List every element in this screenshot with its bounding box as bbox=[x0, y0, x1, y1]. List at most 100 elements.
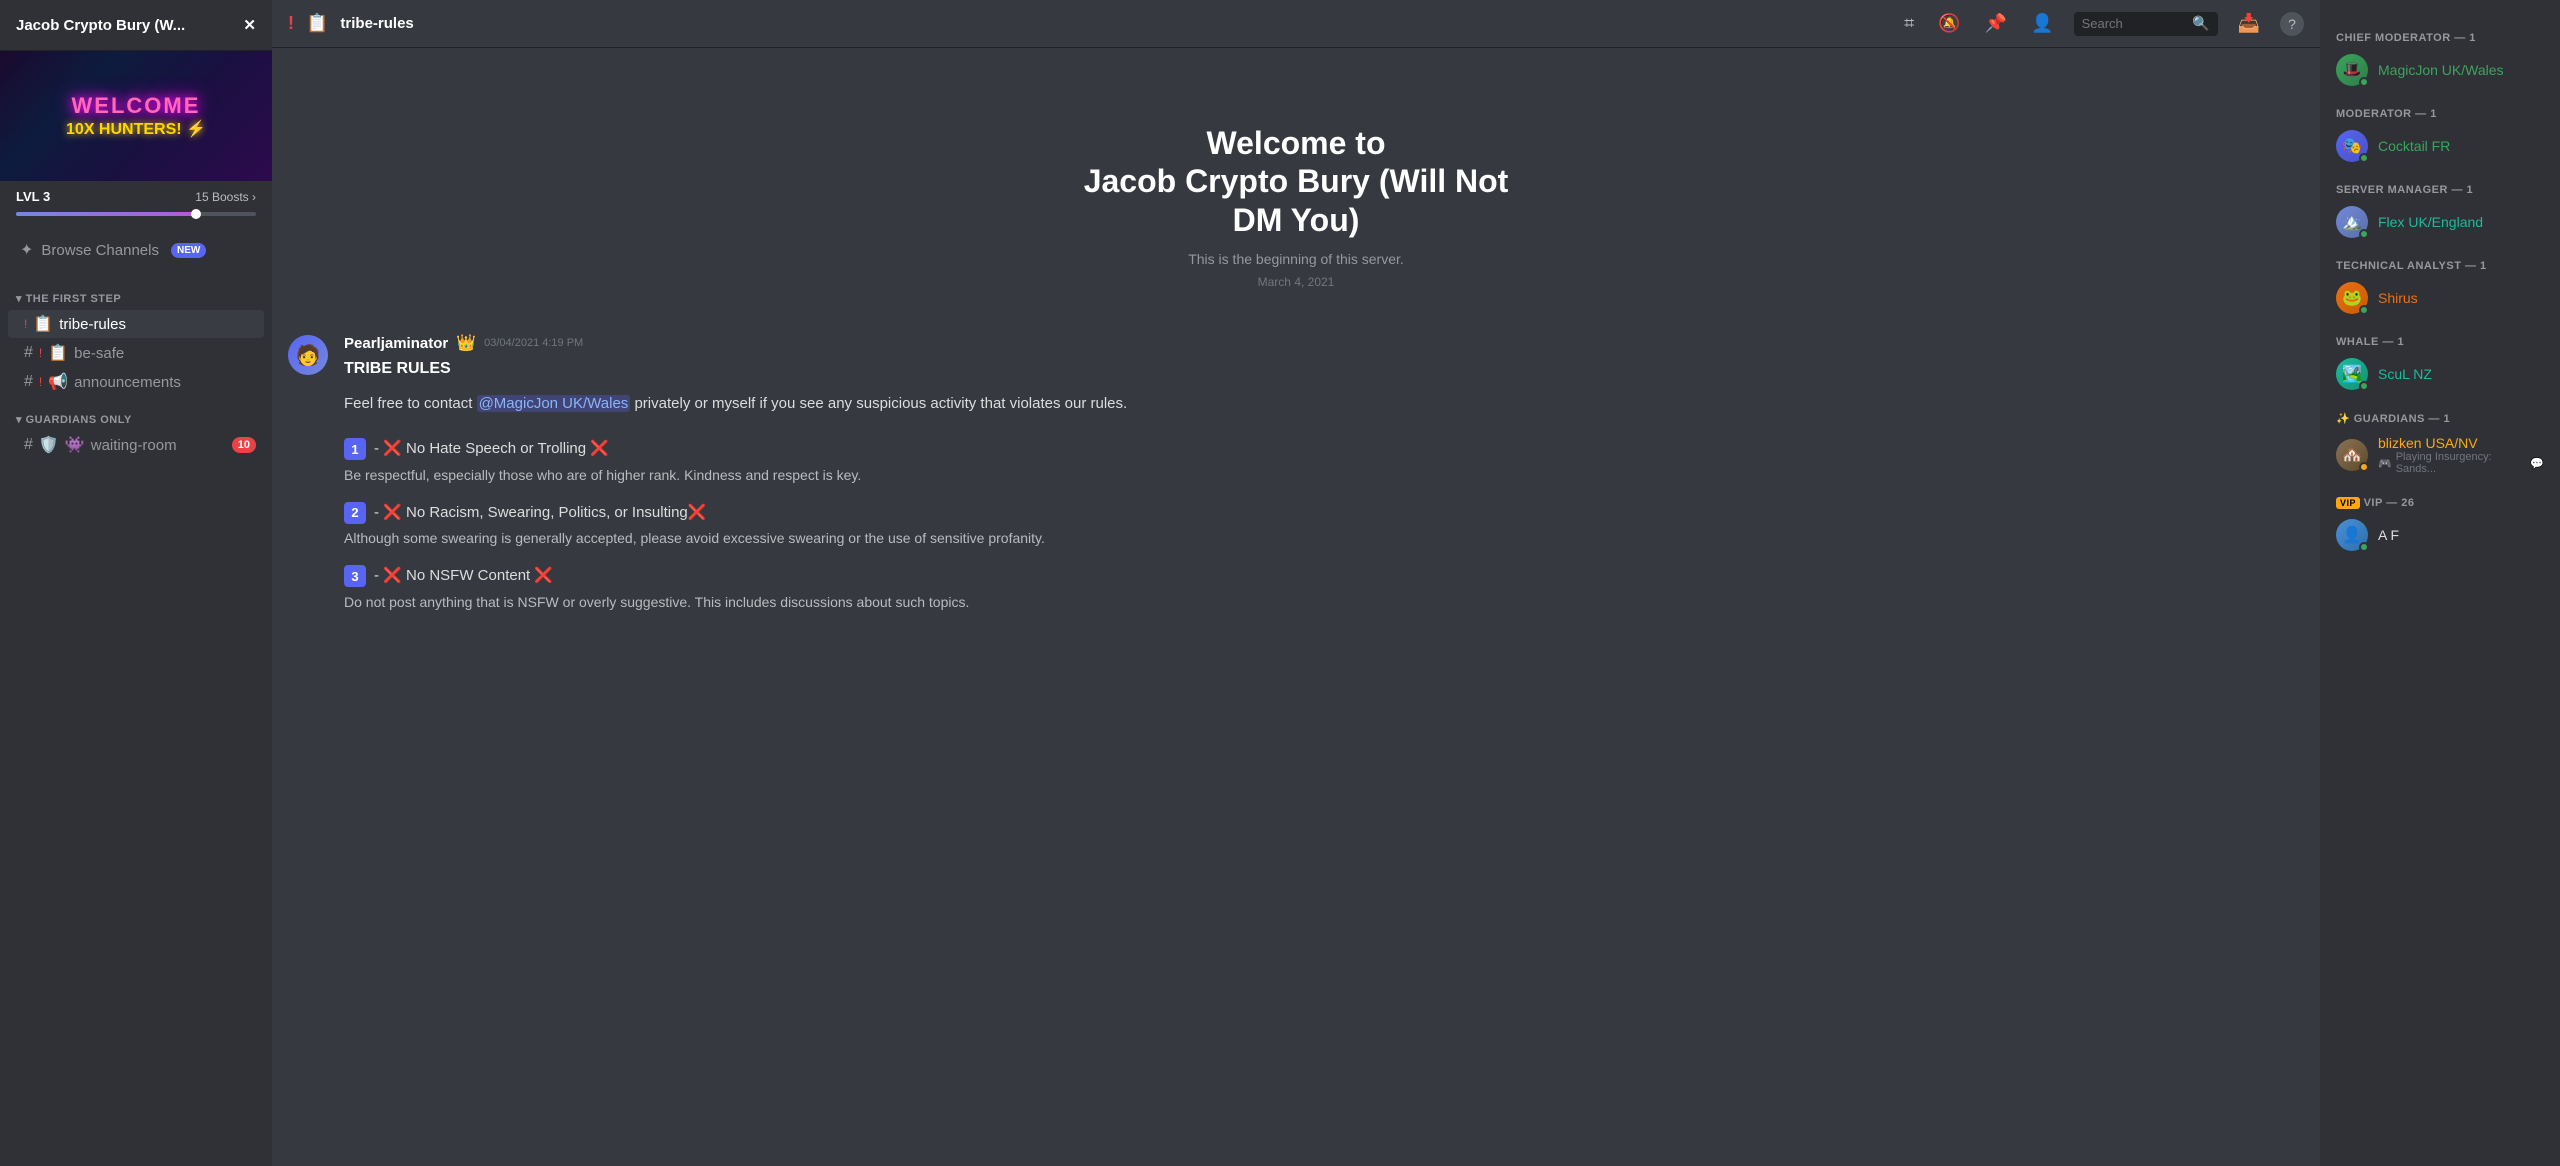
channel-waiting-room[interactable]: # 🛡️ 👾 waiting-room 10 bbox=[8, 431, 264, 459]
search-box[interactable]: 🔍 bbox=[2074, 12, 2218, 36]
channel-announcements[interactable]: # ! 📢 announcements 👤+ bbox=[8, 368, 264, 396]
inbox-button[interactable]: 📥 bbox=[2234, 9, 2264, 38]
status-online-scul bbox=[2359, 381, 2369, 391]
member-name-shirus: Shirus bbox=[2378, 290, 2418, 306]
rule-2-title: - ❌ No Racism, Swearing, Politics, or In… bbox=[374, 502, 706, 525]
main-content: ! 📋 tribe-rules ⌗ 🔕 📌 👤 🔍 📥 ? Welcome to… bbox=[272, 0, 2320, 1166]
hash-icon-announcements: # bbox=[24, 373, 33, 391]
member-avatar-shirus: 🐸 bbox=[2336, 282, 2368, 314]
browse-channels-label: Browse Channels bbox=[41, 242, 159, 259]
search-icon: 🔍 bbox=[2192, 15, 2209, 32]
rule-1-description: Be respectful, especially those who are … bbox=[344, 465, 2304, 486]
rules-title: TRIBE RULES bbox=[344, 357, 2304, 381]
server-header[interactable]: Jacob Crypto Bury (W... ✕ bbox=[0, 0, 272, 51]
waiting-room-badge: 10 bbox=[232, 437, 256, 453]
channel-tribe-rules[interactable]: ! 📋 tribe-rules 👤+ bbox=[8, 310, 264, 338]
help-button[interactable]: ? bbox=[2280, 12, 2304, 36]
role-guardians: ✨ GUARDIANS — 1 bbox=[2328, 404, 2552, 429]
hash-icon-waiting: # bbox=[24, 436, 33, 454]
role-chief-moderator: CHIEF MODERATOR — 1 bbox=[2328, 24, 2552, 48]
hash-icon-be-safe: # bbox=[24, 344, 33, 362]
channel-sidebar: Jacob Crypto Bury (W... ✕ WELCOME 10X HU… bbox=[0, 0, 272, 1166]
server-name: Jacob Crypto Bury (W... bbox=[16, 17, 185, 34]
status-online-af bbox=[2359, 542, 2369, 552]
role-server-manager: SERVER MANAGER — 1 bbox=[2328, 176, 2552, 200]
boost-bar-container bbox=[0, 212, 272, 224]
rule-1-header: 1 - ❌ No Hate Speech or Trolling ❌ bbox=[344, 438, 2304, 461]
pin-button[interactable]: 📌 bbox=[1981, 9, 2011, 38]
channel-name-be-safe: be-safe bbox=[74, 345, 256, 362]
channel-emoji-be-safe: 📋 bbox=[48, 343, 68, 363]
member-sidebar: CHIEF MODERATOR — 1 🎩 MagicJon UK/Wales … bbox=[2320, 0, 2560, 1166]
member-name-flex: Flex UK/England bbox=[2378, 214, 2483, 230]
channel-name-announcements: announcements bbox=[74, 374, 221, 391]
rule-2-header: 2 - ❌ No Racism, Swearing, Politics, or … bbox=[344, 502, 2304, 525]
new-badge: NEW bbox=[171, 243, 206, 258]
message-group-pearljaminator: 🧑 Pearljaminator 👑 03/04/2021 4:19 PM TR… bbox=[272, 329, 2320, 633]
chevron-down-icon: ✕ bbox=[243, 16, 256, 34]
rule-2: 2 - ❌ No Racism, Swearing, Politics, or … bbox=[344, 502, 2304, 550]
members-button[interactable]: 👤 bbox=[2027, 9, 2057, 38]
channel-emoji-header: 📋 bbox=[306, 13, 328, 34]
welcome-date: March 4, 2021 bbox=[312, 275, 2280, 289]
rule-3-description: Do not post anything that is NSFW or ove… bbox=[344, 592, 2304, 613]
member-name-blizken: blizken USA/NV bbox=[2378, 435, 2478, 451]
rule-3-header: 3 - ❌ No NSFW Content ❌ bbox=[344, 565, 2304, 588]
rule-3-title: - ❌ No NSFW Content ❌ bbox=[374, 565, 553, 588]
rule-3: 3 - ❌ No NSFW Content ❌ Do not post anyt… bbox=[344, 565, 2304, 613]
mention-magicjon[interactable]: @MagicJon UK/Wales bbox=[477, 395, 631, 412]
crown-badge-icon: 👑 bbox=[456, 333, 476, 353]
status-online-shirus bbox=[2359, 305, 2369, 315]
boosts-badge: 15 Boosts › bbox=[195, 190, 256, 204]
server-banner: WELCOME 10X HUNTERS! ⚡ bbox=[0, 51, 272, 181]
member-name-cocktail: Cocktail FR bbox=[2378, 138, 2450, 154]
category-label-guardians-only[interactable]: ▾ GUARDIANS ONLY bbox=[0, 397, 272, 430]
header-actions: ⌗ 🔕 📌 👤 🔍 📥 ? bbox=[1900, 9, 2304, 38]
level-badge: LVL 3 bbox=[16, 189, 50, 204]
boost-bar-fill bbox=[16, 212, 196, 216]
search-input[interactable] bbox=[2082, 16, 2187, 31]
member-scul[interactable]: 🏞️ ScuL NZ bbox=[2328, 352, 2552, 396]
status-online-magicjon bbox=[2359, 77, 2369, 87]
notification-bell-button[interactable]: 🔕 bbox=[1934, 9, 1964, 38]
browse-channels-button[interactable]: ✦ Browse Channels NEW bbox=[8, 232, 264, 268]
member-magicjon[interactable]: 🎩 MagicJon UK/Wales bbox=[2328, 48, 2552, 92]
member-avatar-cocktail: 🎭 bbox=[2336, 130, 2368, 162]
message-content: Pearljaminator 👑 03/04/2021 4:19 PM TRIB… bbox=[344, 333, 2304, 629]
member-status-blizken: 🎮 Playing Insurgency: Sands... 💬 bbox=[2378, 451, 2544, 475]
role-technical-analyst: TECHNICAL ANALYST — 1 bbox=[2328, 252, 2552, 276]
member-cocktail[interactable]: 🎭 Cocktail FR bbox=[2328, 124, 2552, 168]
category-label-first-step[interactable]: ▾ THE FIRST STEP bbox=[0, 276, 272, 309]
role-vip: VIP VIP — 26 bbox=[2328, 489, 2552, 513]
avatar-image: 🧑 bbox=[288, 335, 328, 375]
exclamation-icon-be-safe: ! bbox=[39, 346, 42, 360]
welcome-title: Welcome to Jacob Crypto Bury (Will Not D… bbox=[312, 124, 2280, 239]
rule-1: 1 - ❌ No Hate Speech or Trolling ❌ Be re… bbox=[344, 438, 2304, 486]
message-header: Pearljaminator 👑 03/04/2021 4:19 PM bbox=[344, 333, 2304, 353]
exclamation-icon: ! bbox=[24, 317, 27, 331]
intro-paragraph: Feel free to contact @MagicJon UK/Wales … bbox=[344, 393, 2304, 416]
member-flex[interactable]: 🏔️ Flex UK/England bbox=[2328, 200, 2552, 244]
member-shirus[interactable]: 🐸 Shirus bbox=[2328, 276, 2552, 320]
member-name-magicjon: MagicJon UK/Wales bbox=[2378, 62, 2504, 78]
boost-bar bbox=[16, 212, 256, 216]
channel-name-tribe-rules: tribe-rules bbox=[59, 316, 220, 333]
author-avatar: 🧑 bbox=[288, 335, 328, 375]
role-moderator: MODERATOR — 1 bbox=[2328, 100, 2552, 124]
status-idle-blizken bbox=[2359, 462, 2369, 472]
server-level: LVL 3 15 Boosts › bbox=[0, 181, 272, 212]
rule-num-2: 2 bbox=[344, 502, 366, 524]
member-af[interactable]: 👤 A F bbox=[2328, 513, 2552, 557]
message-text: TRIBE RULES Feel free to contact @MagicJ… bbox=[344, 357, 2304, 613]
rule-2-description: Although some swearing is generally acce… bbox=[344, 528, 2304, 549]
threads-button[interactable]: ⌗ bbox=[1900, 9, 1918, 38]
rule-num-3: 3 bbox=[344, 565, 366, 587]
member-avatar-blizken: 🏘️ bbox=[2336, 439, 2368, 471]
channel-be-safe[interactable]: # ! 📋 be-safe bbox=[8, 339, 264, 367]
hash-icon: ✦ bbox=[20, 240, 33, 260]
member-avatar-af: 👤 bbox=[2336, 519, 2368, 551]
banner-welcome: WELCOME bbox=[72, 93, 201, 119]
rule-num-1: 1 bbox=[344, 438, 366, 460]
member-blizken[interactable]: 🏘️ blizken USA/NV 🎮 Playing Insurgency: … bbox=[2328, 429, 2552, 481]
channel-emoji-tribe-rules: 📋 bbox=[33, 314, 53, 334]
